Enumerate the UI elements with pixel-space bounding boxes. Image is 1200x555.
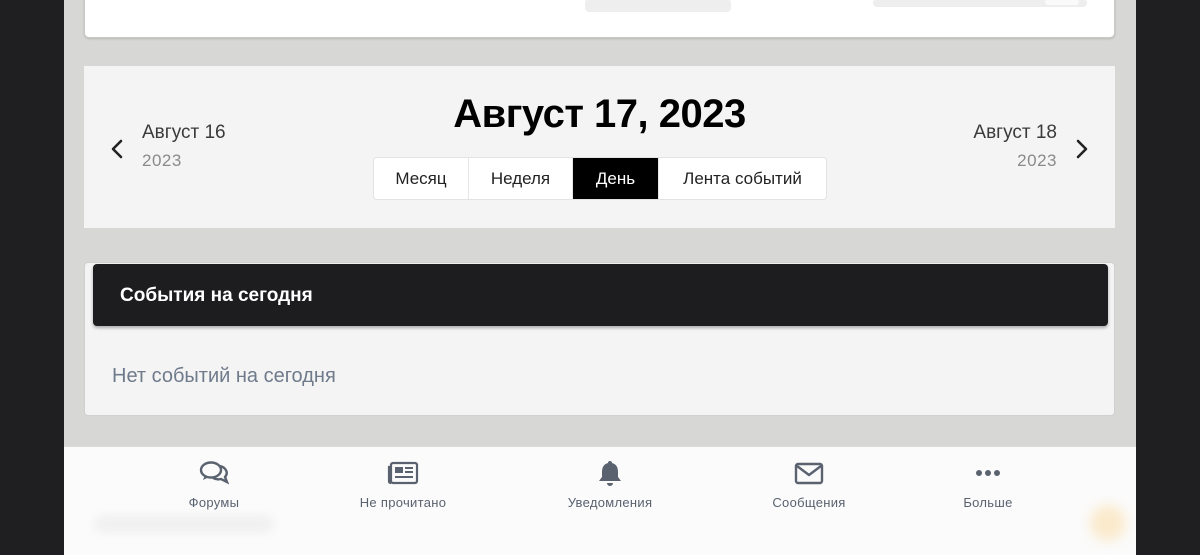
tab-week[interactable]: Неделя: [469, 158, 573, 199]
chevron-left-icon: [111, 139, 123, 159]
next-day-year: 2023: [1017, 151, 1057, 170]
nav-notifications-label: Уведомления: [567, 495, 653, 510]
nav-more-label: Больше: [963, 495, 1013, 510]
bell-icon: [599, 461, 621, 486]
nav-more[interactable]: Больше: [938, 459, 1038, 519]
tab-day[interactable]: День: [573, 158, 659, 199]
previous-day-year: 2023: [142, 151, 182, 170]
forums-icon: [199, 461, 229, 485]
tab-event-stream[interactable]: Лента событий: [659, 158, 826, 199]
page: Август 16 2023 Август 17, 2023 Месяц Нед…: [64, 0, 1136, 555]
nav-unread-label: Не прочитано: [359, 495, 447, 510]
newspaper-icon: [387, 461, 419, 485]
placeholder-block: [585, 0, 731, 12]
no-events-message: Нет событий на сегодня: [112, 365, 336, 387]
tab-month[interactable]: Месяц: [374, 158, 469, 199]
nav-notifications[interactable]: Уведомления: [555, 459, 665, 519]
envelope-icon: [794, 462, 824, 485]
calendar-header: Август 16 2023 Август 17, 2023 Месяц Нед…: [84, 66, 1115, 228]
nav-messages-label: Сообщения: [772, 495, 846, 510]
next-day-date: Август 18: [973, 122, 1057, 143]
bottom-navigation: Форумы Не прочитано Уведомления Сообщени…: [64, 446, 1136, 555]
nav-forums-label: Форумы: [188, 495, 240, 510]
nav-messages[interactable]: Сообщения: [758, 459, 860, 519]
previous-card: [84, 0, 1115, 38]
events-heading: События на сегодня: [120, 285, 313, 306]
next-day-link[interactable]: Август 18 2023: [945, 118, 1095, 178]
events-today-card: События на сегодня Нет событий на сегодн…: [84, 262, 1115, 416]
events-header: События на сегодня: [93, 264, 1108, 326]
view-tabs: Месяц Неделя День Лента событий: [373, 157, 827, 200]
more-icon: [976, 470, 1000, 476]
placeholder-block: [873, 0, 1087, 7]
chevron-right-icon: [1076, 139, 1088, 159]
blurred-content: [1090, 505, 1126, 541]
nav-unread[interactable]: Не прочитано: [348, 459, 458, 519]
nav-forums[interactable]: Форумы: [164, 459, 264, 519]
